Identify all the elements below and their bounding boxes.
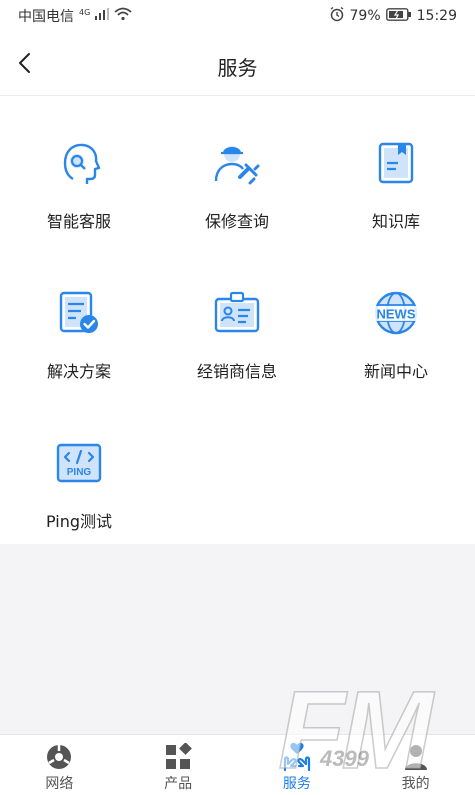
ping-icon-text: PING [67,467,92,478]
tab-label: 服务 [282,776,311,792]
network-icon [44,743,74,771]
service-item-news-center[interactable]: NEWS 新闻中心 [317,246,475,396]
page-title: 服务 [217,56,258,80]
network-type: 4G [79,7,91,17]
service-label: 保修查询 [204,212,269,231]
clock-time: 15:29 [416,8,457,24]
service-item-dealer-info[interactable]: 经销商信息 [158,246,316,396]
products-icon [163,743,193,771]
service-hand-icon [282,742,312,772]
status-right: 79% 15:29 [329,6,457,26]
tab-label: 产品 [164,776,193,792]
service-item-smart-customer-service[interactable]: 智能客服 [0,96,158,246]
service-item-warranty-query[interactable]: 保修查询 [158,96,316,246]
tab-network[interactable]: 网络 [0,735,119,795]
customer-service-icon [54,138,104,188]
alarm-icon [329,6,345,26]
carrier-name: 中国电信 [18,9,74,25]
battery-percent: 79% [349,8,381,24]
profile-icon [401,743,431,771]
bottom-tab-bar: 网络 产品 服务 我的 [0,734,475,795]
service-label: Ping测试 [45,512,113,531]
status-left: 中国电信 4G [18,6,132,26]
service-item-solutions[interactable]: 解决方案 [0,246,158,396]
news-icon-text: NEWS [377,307,416,322]
service-item-ping-test[interactable]: PING Ping测试 [0,396,158,546]
tab-profile[interactable]: 我的 [356,735,475,795]
solution-document-icon [54,288,104,338]
service-label: 知识库 [371,212,420,231]
status-bar: 中国电信 4G 79% 15:29 [0,0,475,32]
service-label: 经销商信息 [196,362,277,381]
warranty-repair-icon [212,138,262,188]
service-label: 解决方案 [46,362,111,381]
tab-products[interactable]: 产品 [119,735,238,795]
news-globe-icon: NEWS [371,288,421,338]
service-label: 新闻中心 [363,362,428,381]
knowledge-book-icon [371,138,421,188]
tab-service[interactable]: 服务 [238,735,357,795]
ping-code-icon: PING [54,438,104,488]
wifi-icon [114,7,132,25]
tab-label: 我的 [401,776,430,792]
dealer-id-card-icon [212,288,262,338]
signal-icon [95,8,110,24]
battery-icon [385,7,412,25]
service-label: 智能客服 [46,212,111,231]
tab-label: 网络 [45,776,74,792]
service-grid: 智能客服 保修查询 知识库 解决方案 经销商信息 NEWS 新闻中心 PING … [0,96,475,544]
service-item-knowledge-base[interactable]: 知识库 [317,96,475,246]
header: 服务 [0,32,475,96]
